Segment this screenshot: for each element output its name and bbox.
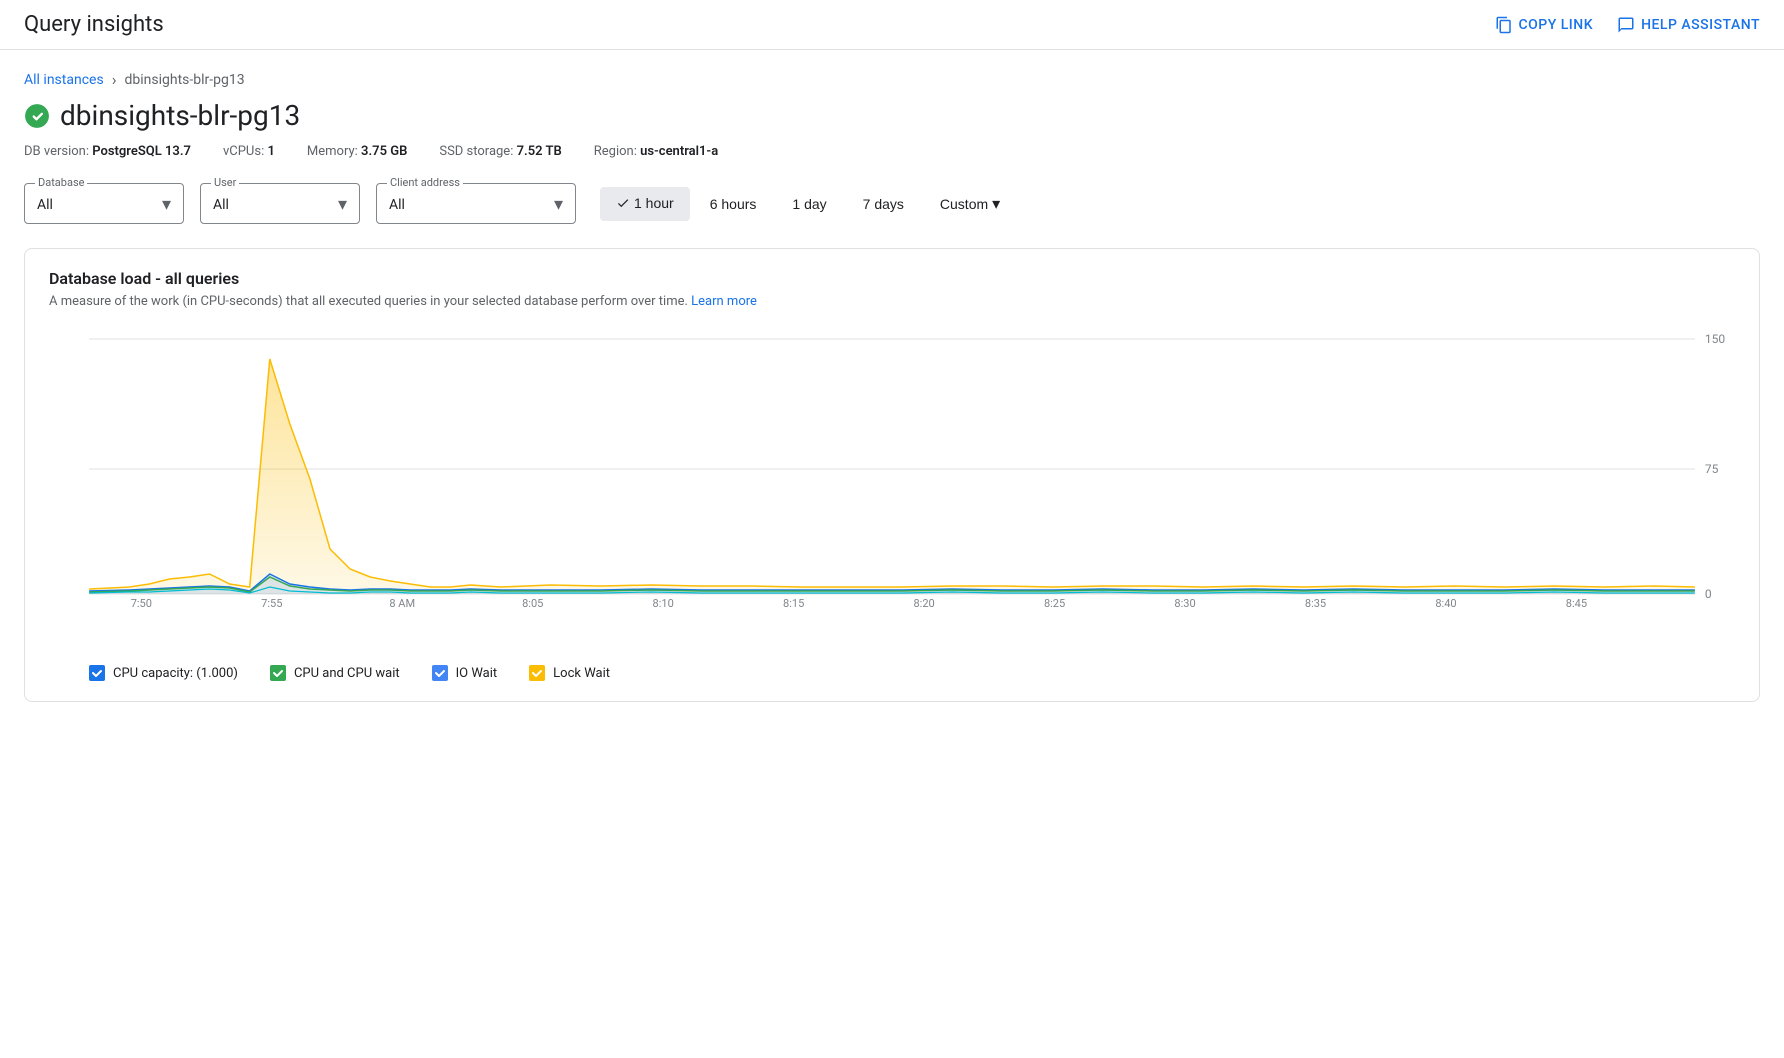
svg-text:150: 150 — [1705, 332, 1726, 346]
user-label: User — [211, 176, 239, 189]
user-value: All — [213, 197, 229, 213]
time-1day-button[interactable]: 1 day — [776, 188, 842, 220]
legend-io-wait: IO Wait — [432, 665, 498, 681]
chart-legend: CPU capacity: (1.000) CPU and CPU wait I… — [49, 665, 1735, 681]
legend-cpu-wait-label: CPU and CPU wait — [294, 666, 400, 681]
legend-io-wait-checkbox[interactable] — [432, 665, 448, 681]
client-address-value: All — [389, 197, 405, 213]
chart-area: 150 75 0 7:50 7:55 8 AM 8:05 8:10 8:15 8… — [49, 329, 1735, 649]
db-vcpu: vCPUs: 1 — [223, 144, 275, 159]
user-dropdown-arrow: ▾ — [338, 194, 347, 215]
legend-io-wait-label: IO Wait — [456, 666, 498, 681]
chart-title: Database load - all queries — [49, 269, 1735, 288]
svg-text:8:25: 8:25 — [1044, 597, 1065, 609]
legend-lock-wait-label: Lock Wait — [553, 666, 610, 681]
db-version: DB version: PostgreSQL 13.7 — [24, 144, 191, 159]
learn-more-link[interactable]: Learn more — [691, 294, 757, 309]
breadcrumb: All instances › dbinsights-blr-pg13 — [24, 70, 1760, 89]
svg-text:8:45: 8:45 — [1566, 597, 1587, 609]
svg-text:75: 75 — [1705, 462, 1719, 476]
db-storage: SSD storage: 7.52 TB — [439, 144, 561, 159]
time-1hour-button[interactable]: 1 hour — [600, 187, 690, 221]
copy-link-icon — [1495, 16, 1513, 34]
svg-text:7:50: 7:50 — [131, 597, 152, 609]
legend-lock-wait-checkbox[interactable] — [529, 665, 545, 681]
legend-lock-wait: Lock Wait — [529, 665, 610, 681]
checkbox-check-icon — [91, 667, 103, 679]
svg-text:0: 0 — [1705, 587, 1712, 601]
app-header: Query insights COPY LINK HELP ASSISTANT — [0, 0, 1784, 50]
breadcrumb-separator: › — [112, 70, 117, 89]
chart-svg: 150 75 0 7:50 7:55 8 AM 8:05 8:10 8:15 8… — [49, 329, 1735, 609]
time-7days-button[interactable]: 7 days — [847, 188, 920, 220]
client-address-label: Client address — [387, 176, 463, 189]
svg-text:7:55: 7:55 — [261, 597, 282, 609]
legend-cpu-wait: CPU and CPU wait — [270, 665, 400, 681]
breadcrumb-all-instances[interactable]: All instances — [24, 72, 104, 88]
svg-text:8:20: 8:20 — [913, 597, 934, 609]
db-memory: Memory: 3.75 GB — [307, 144, 407, 159]
checkbox-check-icon — [272, 667, 284, 679]
custom-dropdown-arrow: ▾ — [992, 194, 1000, 214]
svg-text:8:30: 8:30 — [1174, 597, 1195, 609]
database-value: All — [37, 197, 53, 213]
db-load-card: Database load - all queries A measure of… — [24, 248, 1760, 702]
checkbox-check-icon — [434, 667, 446, 679]
db-region: Region: us-central1-a — [594, 144, 718, 159]
client-address-dropdown[interactable]: Client address All ▾ — [376, 183, 576, 224]
legend-cpu-capacity-checkbox[interactable] — [89, 665, 105, 681]
copy-link-label: COPY LINK — [1519, 17, 1594, 33]
time-custom-button[interactable]: Custom ▾ — [924, 186, 1016, 222]
time-range-selector: 1 hour 6 hours 1 day 7 days Custom ▾ — [600, 186, 1016, 222]
header-actions: COPY LINK HELP ASSISTANT — [1495, 16, 1761, 34]
db-name: dbinsights-blr-pg13 — [60, 99, 300, 132]
database-dropdown-arrow: ▾ — [162, 194, 171, 215]
copy-link-button[interactable]: COPY LINK — [1495, 16, 1594, 34]
help-assistant-label: HELP ASSISTANT — [1641, 17, 1760, 33]
svg-text:8:10: 8:10 — [653, 597, 674, 609]
db-title-row: dbinsights-blr-pg13 — [24, 99, 1760, 132]
database-label: Database — [35, 176, 87, 189]
db-info: DB version: PostgreSQL 13.7 vCPUs: 1 Mem… — [24, 144, 1760, 159]
main-content: All instances › dbinsights-blr-pg13 dbin… — [0, 50, 1784, 722]
svg-text:8:40: 8:40 — [1435, 597, 1456, 609]
filters-row: Database All ▾ User All ▾ Client address… — [24, 183, 1760, 224]
chart-desc: A measure of the work (in CPU-seconds) t… — [49, 294, 1735, 309]
page-title: Query insights — [24, 12, 164, 37]
user-dropdown[interactable]: User All ▾ — [200, 183, 360, 224]
checkmark-icon — [616, 196, 630, 210]
legend-cpu-capacity: CPU capacity: (1.000) — [89, 665, 238, 681]
svg-text:8:05: 8:05 — [522, 597, 543, 609]
breadcrumb-current: dbinsights-blr-pg13 — [125, 72, 245, 88]
svg-text:8:15: 8:15 — [783, 597, 804, 609]
status-ok-icon — [24, 103, 50, 129]
help-assistant-button[interactable]: HELP ASSISTANT — [1617, 16, 1760, 34]
svg-text:8:35: 8:35 — [1305, 597, 1326, 609]
client-address-dropdown-arrow: ▾ — [554, 194, 563, 215]
svg-text:8 AM: 8 AM — [389, 597, 415, 609]
database-dropdown[interactable]: Database All ▾ — [24, 183, 184, 224]
legend-cpu-wait-checkbox[interactable] — [270, 665, 286, 681]
help-assistant-icon — [1617, 16, 1635, 34]
legend-cpu-capacity-label: CPU capacity: (1.000) — [113, 666, 238, 681]
time-6hours-button[interactable]: 6 hours — [694, 188, 773, 220]
checkbox-check-icon — [531, 667, 543, 679]
